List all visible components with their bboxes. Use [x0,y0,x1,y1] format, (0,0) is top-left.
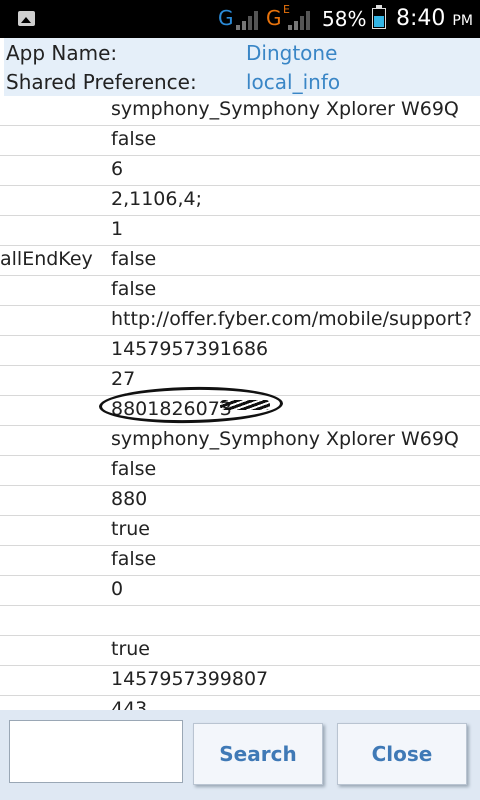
signal-bars-2-icon [288,10,312,30]
network-type-1: G [218,6,234,30]
pref-value: true [111,638,150,660]
pref-value: 1457957391686 [111,338,269,360]
pref-value: 2,1106,4; [111,188,203,210]
pref-value: false [111,128,157,150]
pref-value: 1457957399807 [111,668,269,690]
redaction-scribble [220,400,270,410]
list-item[interactable]: 0 [0,576,480,606]
pref-value: false [111,248,157,270]
pref-key: allEndKey [0,248,93,270]
app-name-label: App Name: [6,41,118,65]
clock-ampm: PM [452,13,473,29]
pref-value: false [111,548,157,570]
pref-value: http://offer.fyber.com/mobile/support? [111,308,473,330]
list-item[interactable]: 1457957399807 [0,666,480,696]
pref-value: 0 [111,578,124,600]
list-item[interactable]: http://offer.fyber.com/mobile/support? [0,306,480,336]
search-button[interactable]: Search [193,723,323,785]
search-input[interactable] [9,720,183,783]
list-item[interactable]: false [0,276,480,306]
list-item[interactable]: 2,1106,4; [0,186,480,216]
pref-value: false [111,458,157,480]
pref-value: symphony_Symphony Xplorer W69Q [111,428,459,450]
pref-value: false [111,278,157,300]
status-bar: G G E 58% 8:40 PM [0,0,480,38]
pref-value: 27 [111,368,136,390]
list-item[interactable]: true [0,636,480,666]
preference-header: App Name: Dingtone Shared Preference: lo… [4,38,480,96]
battery-icon [372,5,386,29]
list-item[interactable]: 880 [0,486,480,516]
list-item[interactable]: symphony_Symphony Xplorer W69Q [0,96,480,126]
list-item[interactable]: 6 [0,156,480,186]
list-item[interactable] [0,606,480,636]
list-item[interactable]: allEndKey false [0,246,480,276]
network-type-2: G [266,6,282,30]
bottom-toolbar: Search Close [0,710,480,800]
shared-pref-label: Shared Preference: [6,70,197,94]
pref-value: 6 [111,158,124,180]
battery-percent: 58% [322,7,367,31]
list-item[interactable]: 1 [0,216,480,246]
signal-bars-1-icon [236,10,260,30]
list-item[interactable]: symphony_Symphony Xplorer W69Q [0,426,480,456]
clock-time: 8:40 [396,6,446,31]
list-item[interactable]: false [0,126,480,156]
app-name-value: Dingtone [246,41,338,65]
list-item[interactable]: false [0,456,480,486]
list-item[interactable]: 1457957391686 [0,336,480,366]
pref-value: true [111,518,150,540]
pref-value: 1 [111,218,124,240]
clock: 8:40 PM [396,6,473,31]
close-button[interactable]: Close [337,723,467,785]
image-notification-icon [18,11,35,26]
shared-pref-value: local_info [246,70,341,94]
pref-value: 880 [111,488,148,510]
pref-value: 443 [111,698,148,710]
list-item[interactable]: true [0,516,480,546]
pref-value: symphony_Symphony Xplorer W69Q [111,98,459,120]
list-item[interactable]: 443 [0,696,480,710]
list-item[interactable]: false [0,546,480,576]
